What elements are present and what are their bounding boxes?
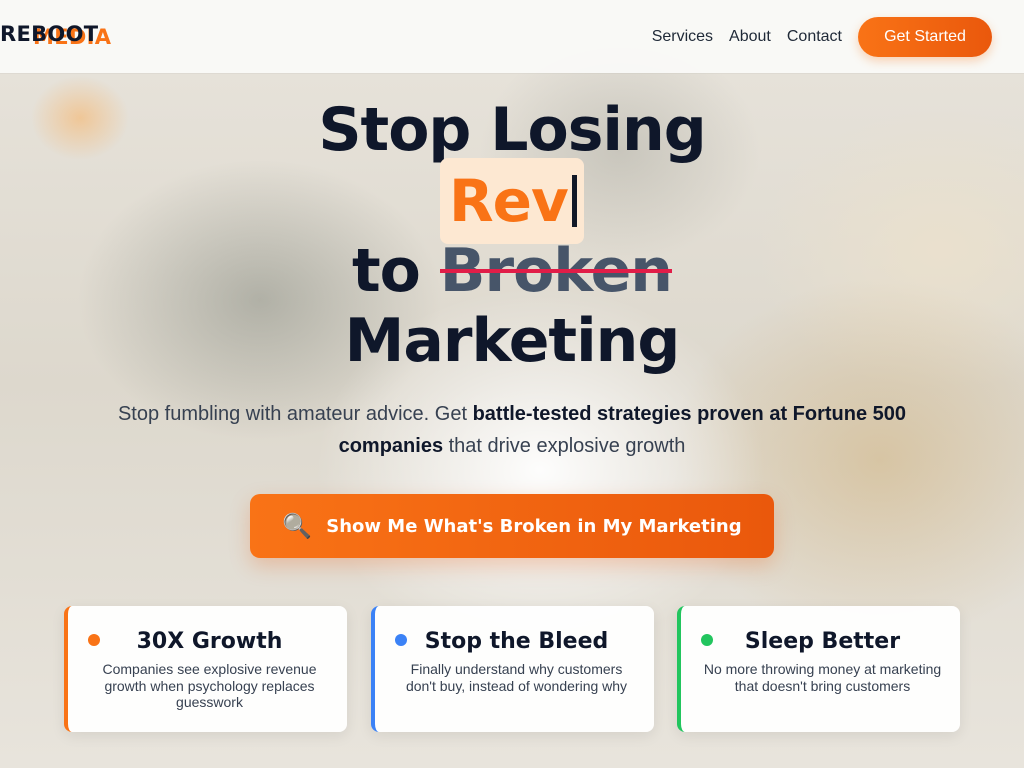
- green-dot-icon: [701, 634, 713, 646]
- magnifier-icon: 🔍: [282, 512, 313, 540]
- benefit-card-growth: 30X Growth Companies see explosive reven…: [64, 606, 347, 732]
- site-header: REBOOT MEDIA Services About Contact Get …: [0, 0, 1024, 73]
- hero-subtitle: Stop fumbling with amateur advice. Get b…: [100, 398, 924, 462]
- orange-dot-icon: [88, 634, 100, 646]
- typed-word-text: Rev: [449, 167, 569, 235]
- typing-caret: [571, 175, 577, 227]
- card-text: No more throwing money at marketing that…: [703, 661, 942, 694]
- card-text: Finally understand why customers don't b…: [405, 661, 628, 694]
- card-title: 30X Growth: [136, 629, 283, 654]
- subtitle-outro: that drive explosive growth: [443, 435, 686, 457]
- logo-word-1: REBOOT: [0, 22, 99, 46]
- headline-line-3: to Broken: [0, 236, 1024, 306]
- subtitle-intro: Stop fumbling with amateur advice. Get: [117, 403, 473, 425]
- card-title: Stop the Bleed: [424, 629, 609, 654]
- headline-prefix: to: [351, 236, 421, 306]
- card-text: Companies see explosive revenue growth w…: [102, 661, 317, 710]
- benefit-card-sleep: Sleep Better No more throwing money at m…: [677, 606, 960, 732]
- cta-label: Show Me What's Broken in My Marketing: [326, 515, 742, 537]
- headline-line-4: Marketing: [344, 306, 681, 376]
- typed-word-highlight: Rev: [440, 158, 584, 244]
- blue-dot-icon: [395, 634, 407, 646]
- logo[interactable]: REBOOT MEDIA: [0, 22, 111, 49]
- headline-line-1: Stop Losing: [318, 95, 706, 165]
- benefit-cards: 30X Growth Companies see explosive reven…: [64, 606, 960, 732]
- show-broken-marketing-button[interactable]: 🔍 Show Me What's Broken in My Marketing: [250, 494, 774, 558]
- benefit-card-bleed: Stop the Bleed Finally understand why cu…: [371, 606, 654, 732]
- typed-word: Rev: [449, 166, 577, 236]
- headline-strikethrough-word: Broken: [439, 236, 673, 306]
- card-title: Sleep Better: [744, 629, 901, 654]
